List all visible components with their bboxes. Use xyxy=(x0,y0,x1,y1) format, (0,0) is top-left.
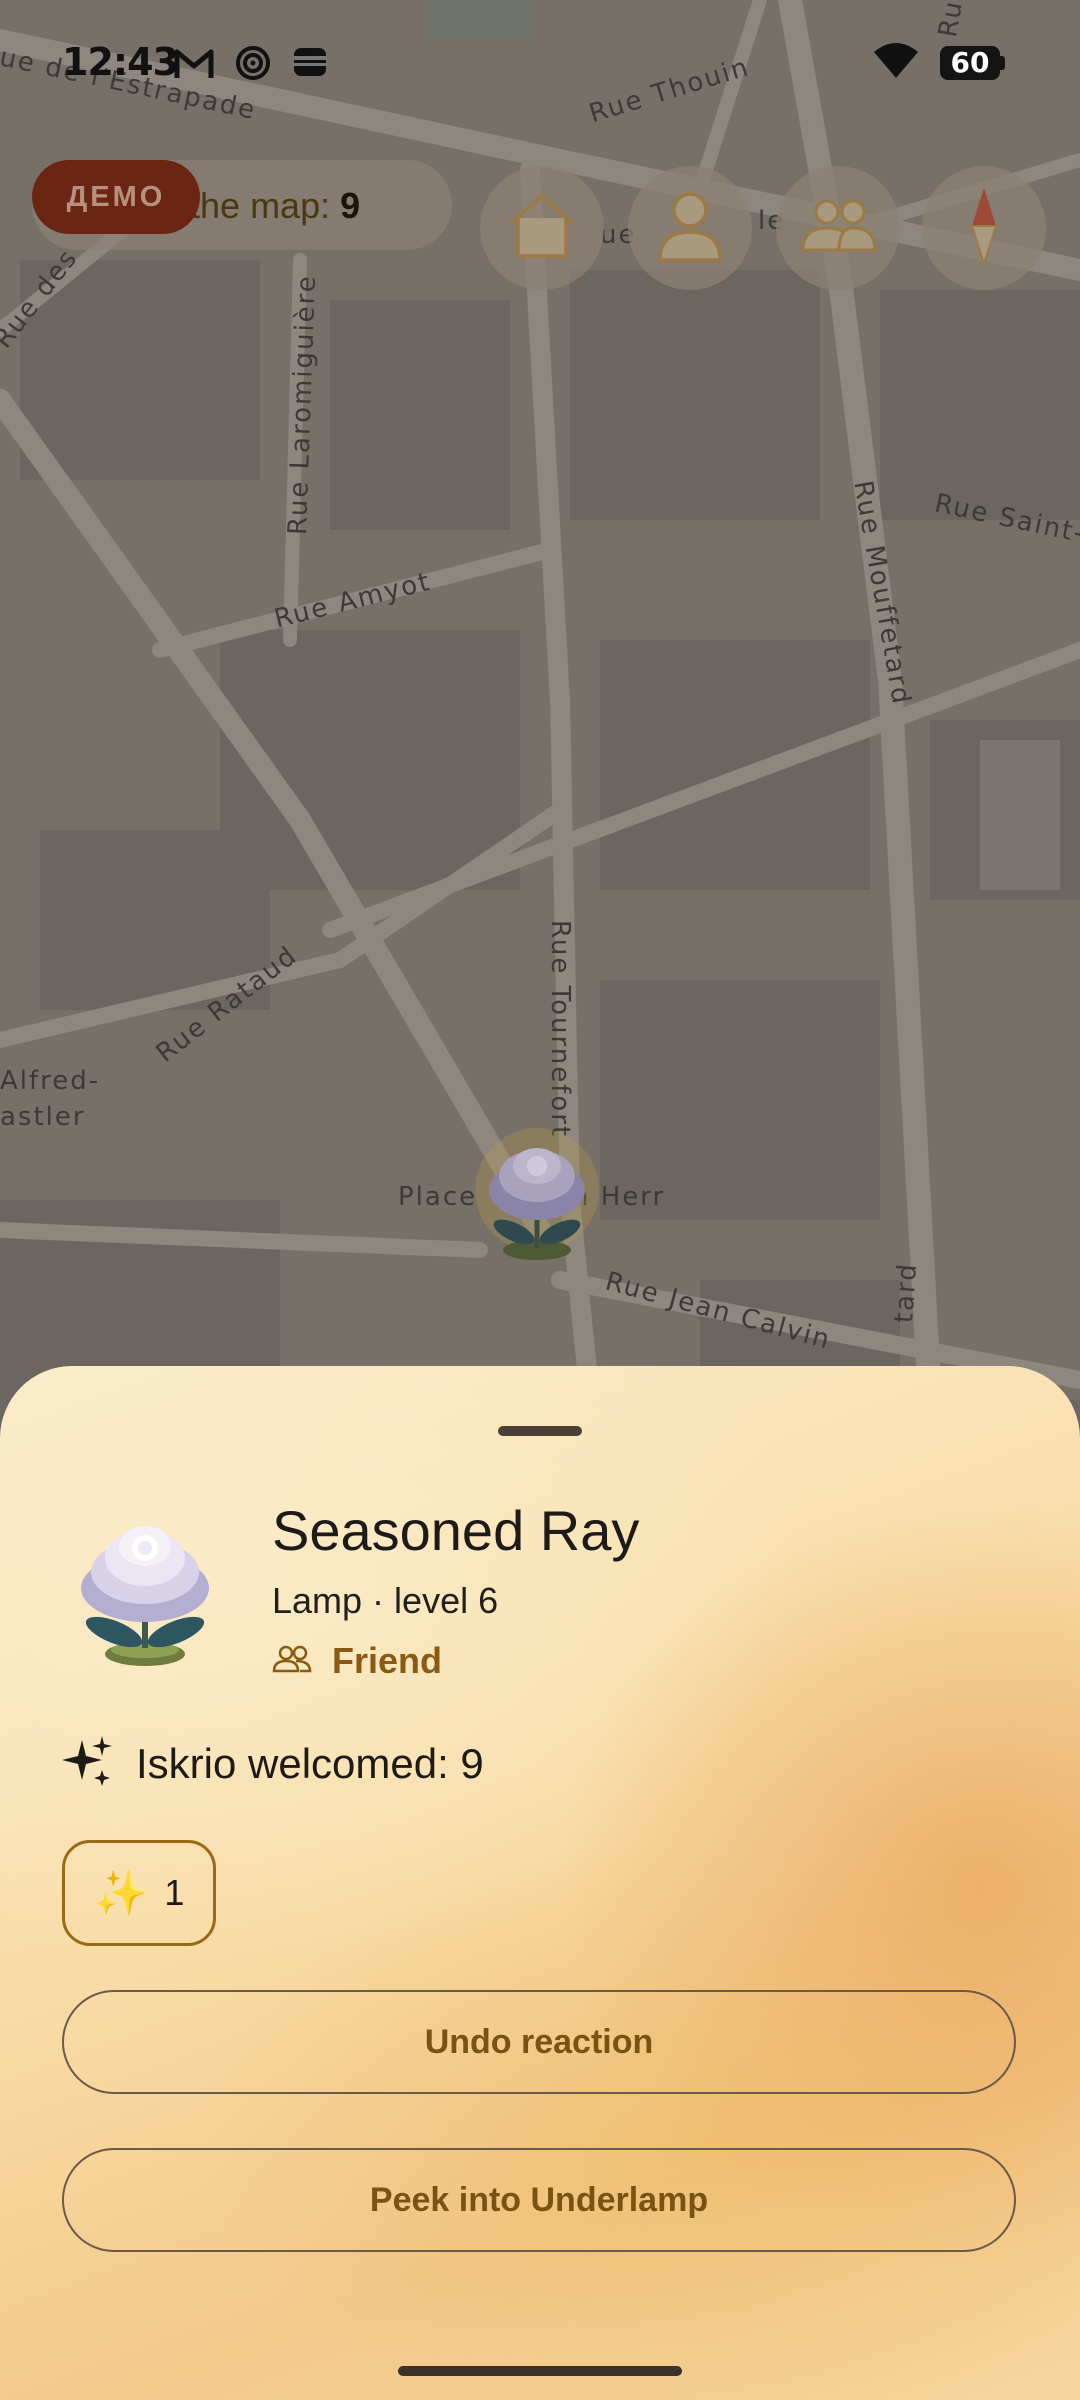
street-label: astler xyxy=(0,1102,86,1132)
friends-button[interactable] xyxy=(776,166,900,290)
sheet-drag-handle[interactable] xyxy=(498,1426,582,1436)
lamp-name: Seasoned Ray xyxy=(272,1499,640,1562)
friends-icon xyxy=(799,198,877,259)
lamp-type-level: Lamp · level 6 xyxy=(272,1580,499,1621)
street-label: Rue Tournefort xyxy=(545,920,575,1139)
street-label: Alfred- xyxy=(0,1066,101,1096)
lamp-marker[interactable] xyxy=(472,1120,602,1270)
street-label: Place xyxy=(398,1182,478,1212)
undo-reaction-button[interactable]: Undo reaction xyxy=(62,1990,1016,2094)
home-icon xyxy=(504,190,580,267)
profile-button[interactable] xyxy=(628,166,752,290)
sparkles-icon xyxy=(62,1735,114,1793)
lamp-details-sheet: Seasoned Ray Lamp · level 6 Friend Iskri… xyxy=(0,1366,1080,2400)
home-button[interactable] xyxy=(480,166,604,290)
lamp-flower-image xyxy=(70,1506,220,1666)
battery-icon: 60 xyxy=(940,46,1000,80)
gmail-icon xyxy=(174,48,214,85)
peek-underlamp-button[interactable]: Peek into Underlamp xyxy=(62,2148,1016,2252)
reaction-count: 1 xyxy=(164,1872,185,1913)
gesture-home-indicator[interactable] xyxy=(398,2366,682,2376)
sync-icon xyxy=(234,44,272,87)
reaction-chip[interactable]: ✨ 1 xyxy=(62,1840,216,1946)
battery-tip xyxy=(1000,56,1005,70)
demo-badge: ДЕМО xyxy=(32,160,200,234)
compass-icon xyxy=(969,186,999,271)
clock: 12:43 xyxy=(62,40,179,84)
compass-button[interactable] xyxy=(922,166,1046,290)
welcomed-text: Iskrio welcomed: 9 xyxy=(136,1740,484,1787)
sparkles-emoji-icon: ✨ xyxy=(93,1869,149,1918)
street-label: tard xyxy=(889,1261,924,1325)
relation-label: Friend xyxy=(332,1640,443,1681)
status-bar: 12:43 60 xyxy=(0,0,1080,120)
wallet-icon xyxy=(292,44,328,85)
profile-icon xyxy=(654,188,726,269)
wifi-icon xyxy=(872,42,920,85)
relation-badge: Friend xyxy=(272,1638,442,1684)
map-count-value: 9 xyxy=(340,185,361,226)
welcomed-stat: Iskrio welcomed: 9 xyxy=(62,1734,484,1794)
friends-icon xyxy=(272,1645,312,1678)
